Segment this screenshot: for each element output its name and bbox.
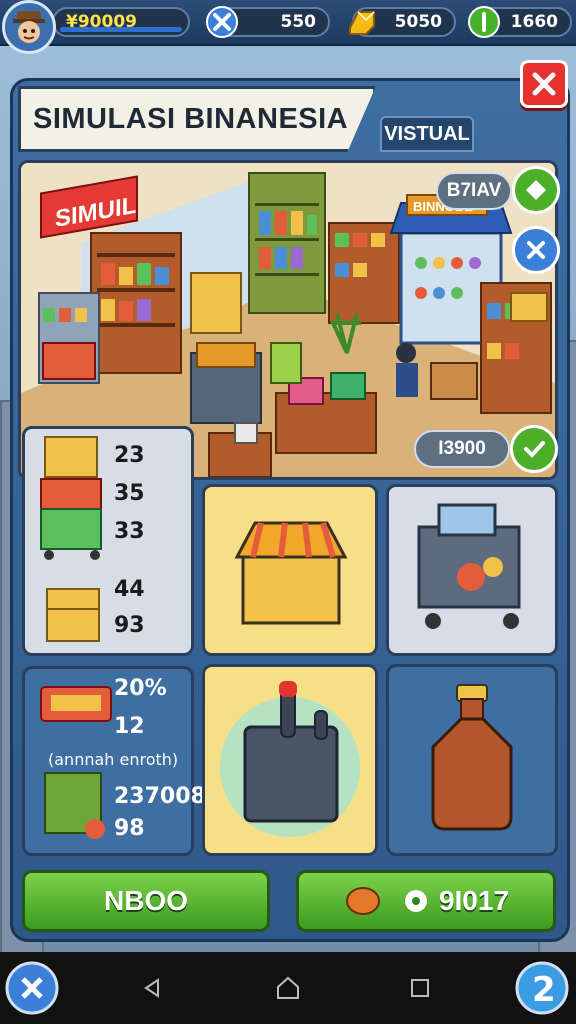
app-menu-icon <box>5 961 59 1015</box>
stat-value-5: 93 <box>114 613 145 638</box>
money-progress-bar <box>60 27 182 32</box>
tab-vistual[interactable]: VISTUAL <box>380 116 474 152</box>
stat-value-1: 23 <box>114 443 145 468</box>
back-button[interactable] <box>136 972 168 1004</box>
question-icon: 2 <box>515 961 569 1015</box>
confirm-button[interactable] <box>510 425 558 473</box>
back-triangle-icon <box>144 978 159 998</box>
purchase-button-label: 9I017 <box>438 885 510 916</box>
stat-value-6: 20% <box>114 676 167 701</box>
svg-text:2: 2 <box>532 970 556 1010</box>
shop-stall-card[interactable] <box>202 484 378 656</box>
diamond-icon <box>526 180 546 200</box>
cart-card[interactable] <box>386 484 558 656</box>
bottle-card[interactable] <box>386 664 558 856</box>
gold-counter: 5050 <box>349 7 456 37</box>
app-menu-button[interactable] <box>4 960 60 1016</box>
recents-square-icon <box>411 979 429 997</box>
help-button[interactable]: 2 <box>514 960 570 1016</box>
nboo-button[interactable]: NBOO <box>22 870 270 932</box>
energy-icon <box>466 4 502 40</box>
gold-bar-icon <box>344 4 380 40</box>
tools-button[interactable] <box>512 226 560 274</box>
avatar-face-icon <box>13 11 45 43</box>
tools-counter: 550 <box>206 6 330 38</box>
machine-card[interactable] <box>202 664 378 856</box>
market-stall-icon <box>234 521 348 625</box>
panel-title: SIMULASI BINANESIA <box>18 86 376 152</box>
stat-value-9: 98 <box>114 816 145 841</box>
gear-icon <box>404 890 427 912</box>
player-avatar[interactable] <box>2 0 56 54</box>
nut-icon <box>345 887 380 915</box>
recents-button[interactable] <box>404 972 436 1004</box>
crossed-tools-icon <box>527 241 545 259</box>
home-button[interactable] <box>272 972 304 1004</box>
close-button[interactable] <box>520 60 568 108</box>
close-icon <box>532 72 556 96</box>
stat-value-2: 35 <box>114 481 145 506</box>
cart-crates-illustration <box>40 436 102 642</box>
stat-value-7: 12 <box>114 714 145 739</box>
bottle-icon <box>431 684 513 831</box>
money-counter: ¥90009 <box>52 7 190 37</box>
wrench-icon <box>204 4 240 40</box>
stat-value-3: 33 <box>114 519 145 544</box>
diamond-button[interactable] <box>512 166 560 214</box>
stat-note: (annnah enroth) <box>48 750 179 769</box>
energy-value: 1660 <box>510 12 558 32</box>
gold-value: 5050 <box>394 12 442 32</box>
scene-badge-bottom: I3900 <box>414 430 510 468</box>
check-icon <box>524 441 545 458</box>
stat-value-4: 44 <box>114 577 145 602</box>
stat-value-8: 237008 <box>114 784 206 809</box>
joystick-machine-icon <box>220 681 360 837</box>
tools-value: 550 <box>280 12 317 32</box>
purchase-button[interactable]: 9I017 <box>296 870 556 932</box>
stats-card-top <box>22 426 194 656</box>
home-icon <box>277 976 299 999</box>
scene-badge-top: B7IAV <box>436 172 512 210</box>
food-cart-icon <box>417 503 521 629</box>
energy-counter: 1660 <box>468 6 572 38</box>
